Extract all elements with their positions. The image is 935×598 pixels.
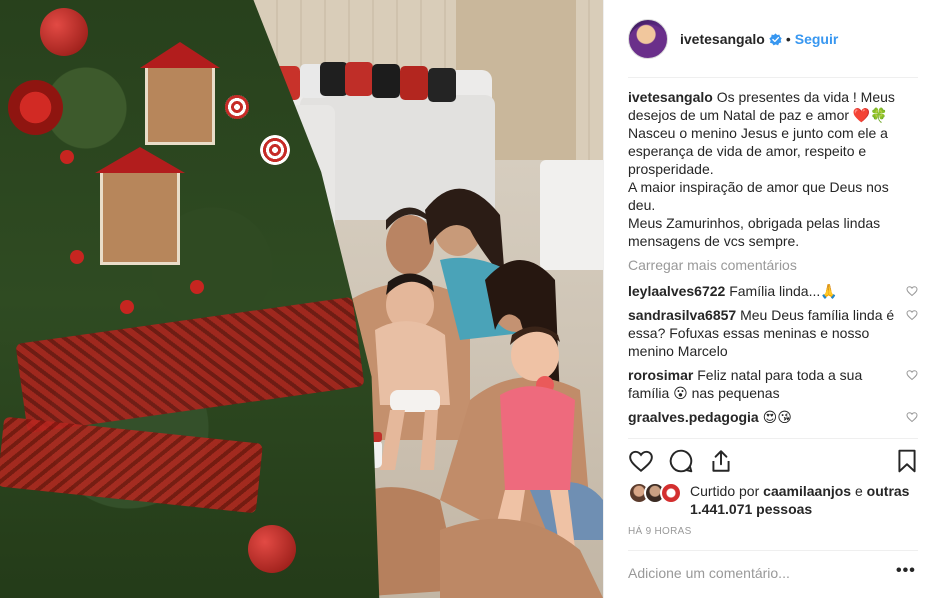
heart-icon[interactable] xyxy=(628,448,654,474)
post-side-panel: ivetesangalo • Seguir ivetesangalo Os pr… xyxy=(603,0,935,598)
comment-username[interactable]: graalves.pedagogia xyxy=(628,409,759,425)
header-divider xyxy=(628,77,918,78)
comment-username[interactable]: sandrasilva6857 xyxy=(628,307,736,323)
comment-like-heart-icon[interactable] xyxy=(906,309,918,321)
comment-like-heart-icon[interactable] xyxy=(906,369,918,381)
comment-body: leylaalves6722 Família linda...🙏 xyxy=(628,282,896,300)
comments-list: ivetesangalo Os presentes da vida ! Meus… xyxy=(628,88,918,432)
comment-item: graalves.pedagogia 😍😘 xyxy=(628,408,918,426)
caption-line: Nasceu o menino Jesus e junto com ele a … xyxy=(628,125,888,177)
caption-username[interactable]: ivetesangalo xyxy=(628,89,713,105)
comment-item: rorosimar Feliz natal para toda a sua fa… xyxy=(628,366,918,402)
post-photo[interactable] xyxy=(0,0,603,598)
comment-like-heart-icon[interactable] xyxy=(906,411,918,423)
comment-text: 😍😘 xyxy=(762,409,792,425)
add-comment-divider xyxy=(628,550,918,551)
liker-username[interactable]: caamilaanjos xyxy=(763,483,851,499)
comment-body: rorosimar Feliz natal para toda a sua fa… xyxy=(628,366,896,402)
ornament-ball xyxy=(40,8,88,56)
likes-prefix: Curtido por xyxy=(690,483,760,499)
comment-body: graalves.pedagogia 😍😘 xyxy=(628,408,896,426)
more-options-icon[interactable]: ••• xyxy=(896,562,916,580)
comment-text: Família linda...🙏 xyxy=(729,283,838,299)
comment-body: sandrasilva6857 Meu Deus família linda é… xyxy=(628,306,896,360)
follow-button[interactable]: Seguir xyxy=(795,31,839,47)
post-header: ivetesangalo • Seguir xyxy=(604,0,935,78)
pillow xyxy=(320,62,348,96)
post-timestamp[interactable]: Há 9 horas xyxy=(628,526,692,537)
ornament-house xyxy=(145,65,215,145)
comment-username[interactable]: leylaalves6722 xyxy=(628,283,725,299)
ornament-ball xyxy=(248,525,296,573)
caption-line: A maior inspiração de amor que Deus nos … xyxy=(628,179,889,213)
ornament-house xyxy=(100,170,180,265)
comment-icon[interactable] xyxy=(668,448,694,474)
add-comment-input[interactable] xyxy=(628,562,888,584)
liker-avatar[interactable] xyxy=(660,482,682,504)
load-more-comments-button[interactable]: Carregar mais comentários xyxy=(628,256,918,274)
caption: ivetesangalo Os presentes da vida ! Meus… xyxy=(628,88,918,250)
verified-badge-icon xyxy=(769,32,782,45)
header-username[interactable]: ivetesangalo xyxy=(680,31,765,47)
actions-divider xyxy=(628,438,918,439)
comment-item: leylaalves6722 Família linda...🙏 xyxy=(628,282,918,300)
pillow xyxy=(345,62,373,96)
bookmark-icon[interactable] xyxy=(894,448,920,474)
pillow xyxy=(372,64,400,98)
pillow xyxy=(428,68,456,102)
comment-like-heart-icon[interactable] xyxy=(906,285,918,297)
caption-line: Meus Zamurinhos, obrigada pelas lindas m… xyxy=(628,215,881,249)
likes-conjunction: e xyxy=(854,483,863,499)
ornament-berry xyxy=(120,300,134,314)
ornament-candy xyxy=(225,95,249,119)
likes-text: Curtido por caamilaanjos e outras 1.441.… xyxy=(690,482,918,518)
pillow xyxy=(400,66,428,100)
likes-summary: Curtido por caamilaanjos e outras 1.441.… xyxy=(628,482,918,518)
comment-item: sandrasilva6857 Meu Deus família linda é… xyxy=(628,306,918,360)
ornament-berry xyxy=(70,250,84,264)
comment-username[interactable]: rorosimar xyxy=(628,367,693,383)
poinsettia xyxy=(8,80,63,135)
share-icon[interactable] xyxy=(708,448,734,474)
liker-avatars xyxy=(628,482,684,504)
header-separator: • xyxy=(785,31,791,47)
avatar[interactable] xyxy=(628,19,668,59)
ornament-berry xyxy=(60,150,74,164)
ornament-berry xyxy=(190,280,204,294)
ornament-candy xyxy=(260,135,290,165)
action-bar xyxy=(628,448,918,476)
